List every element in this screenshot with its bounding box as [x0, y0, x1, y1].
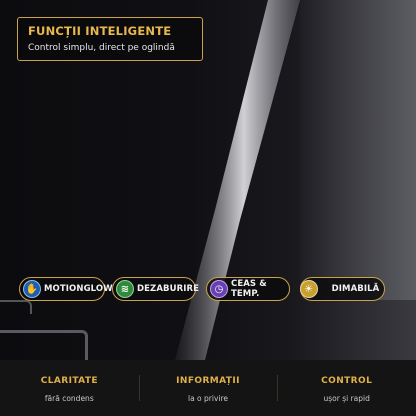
feature-defog[interactable]: ≋ DEZABURIRE: [112, 277, 200, 301]
header-subtitle: Control simplu, direct pe oglindă: [28, 43, 175, 53]
benefit-subtitle: la o privire: [187, 394, 229, 403]
header-title: FUNCȚII INTELIGENTE: [28, 24, 172, 38]
motion-hand-icon: ✋: [23, 280, 41, 298]
benefit-clarity: CLARITATE fără condens: [0, 360, 139, 416]
feature-label: DEZABURIRE: [137, 284, 200, 294]
clock-icon: ◷: [210, 280, 228, 298]
sun-dimmer-icon: ☀: [299, 280, 318, 298]
feature-label: CEAS & TEMP.: [231, 279, 267, 299]
defog-waves-icon: ≋: [116, 280, 134, 298]
benefit-title: CLARITATE: [40, 376, 98, 386]
benefit-information: INFORMAȚII la o privire: [138, 360, 278, 416]
feature-motionglow[interactable]: ✋ MOTIONGLOW: [19, 277, 113, 301]
benefits-bar: CLARITATE fără condens INFORMAȚII la o p…: [0, 360, 416, 416]
feature-label: DIMABILĂ: [331, 284, 380, 294]
feature-label: MOTIONGLOW: [44, 284, 113, 294]
feature-clock-temp[interactable]: ◷ CEAS & TEMP.: [206, 277, 290, 301]
faucet-shape: [0, 300, 32, 314]
benefit-title: CONTROL: [321, 376, 373, 386]
benefit-subtitle: ușor și rapid: [323, 394, 370, 403]
benefit-control: CONTROL ușor și rapid: [277, 360, 416, 416]
benefit-title: INFORMAȚII: [176, 376, 240, 386]
benefit-subtitle: fără condens: [44, 394, 94, 403]
features-header-box: FUNCȚII INTELIGENTE Control simplu, dire…: [17, 17, 203, 61]
feature-dimmable[interactable]: ☀ DIMABILĂ: [299, 277, 385, 301]
mirror-frame: [0, 330, 88, 360]
